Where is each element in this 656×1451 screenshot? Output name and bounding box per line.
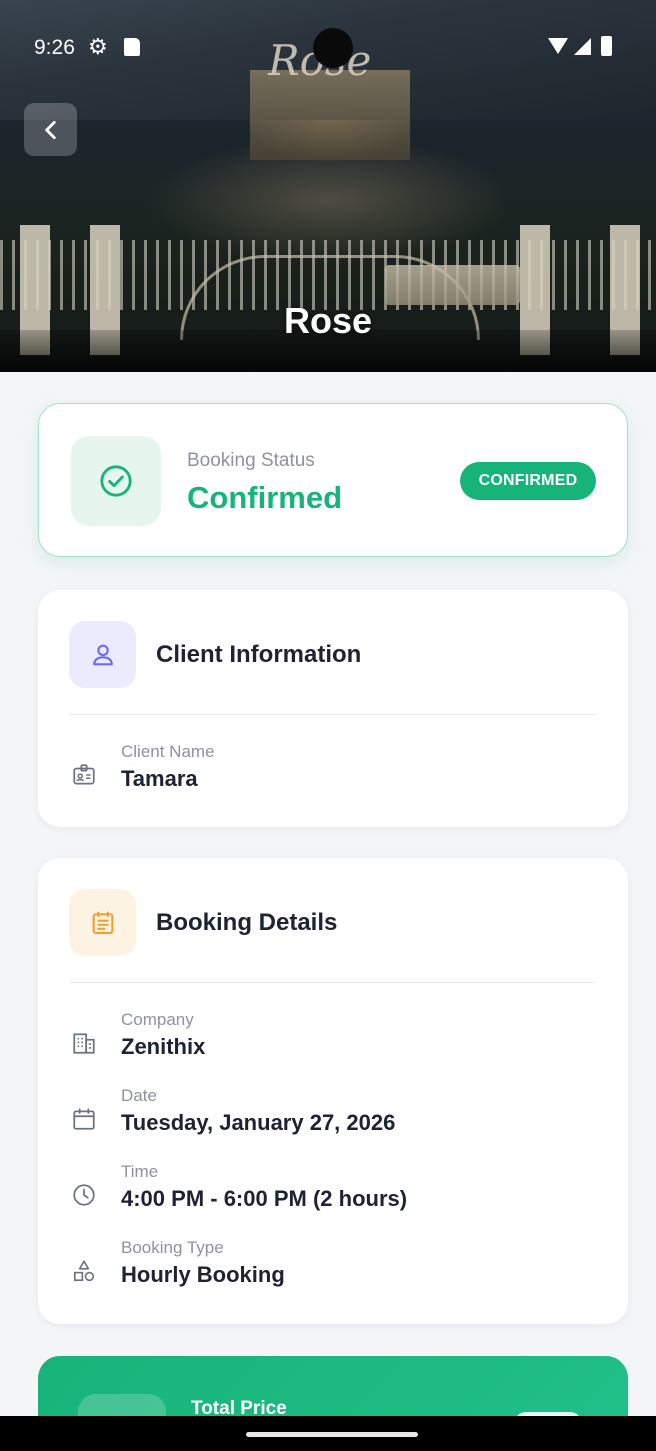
camera-cutout xyxy=(313,28,353,68)
client-information-card: Client Information Client Name Tamara xyxy=(38,590,628,827)
battery-icon xyxy=(601,36,612,56)
home-gesture-handle[interactable] xyxy=(246,1432,418,1437)
signal-icon xyxy=(574,38,591,55)
date-field: Date Tuesday, January 27, 2026 xyxy=(69,1086,589,1146)
client-information-title: Client Information xyxy=(156,641,362,668)
field-label: Company xyxy=(121,1010,194,1029)
field-label: Booking Type xyxy=(121,1238,224,1257)
booking-section-icon-box xyxy=(69,889,136,956)
clock-icon xyxy=(69,1180,99,1210)
field-value: Tamara xyxy=(121,766,198,791)
booking-type-field: Booking Type Hourly Booking xyxy=(69,1238,589,1298)
booking-status-card: Booking Status Confirmed CONFIRMED xyxy=(38,403,628,557)
client-section-icon-box xyxy=(69,621,136,688)
chevron-left-icon xyxy=(44,120,56,139)
field-value: Tuesday, January 27, 2026 xyxy=(121,1110,396,1135)
field-value: Hourly Booking xyxy=(121,1262,285,1287)
booking-details-card: Booking Details Company Zenithix Date Tu… xyxy=(38,858,628,1324)
divider xyxy=(69,714,596,715)
hero-sign xyxy=(385,265,520,305)
shapes-icon xyxy=(69,1256,99,1286)
field-value: Zenithix xyxy=(121,1034,206,1059)
booking-status-label: Booking Status xyxy=(187,450,315,471)
sd-card-icon xyxy=(124,38,140,56)
status-time: 9:26 xyxy=(34,36,75,59)
venue-title: Rose xyxy=(283,300,373,341)
back-button[interactable] xyxy=(24,103,77,156)
status-icon-box xyxy=(71,436,161,526)
booking-status-value: Confirmed xyxy=(187,480,342,515)
check-circle-icon xyxy=(100,465,132,497)
divider xyxy=(69,982,596,983)
gear-icon: ⚙ xyxy=(88,34,108,59)
client-name-field: Client Name Tamara xyxy=(69,742,589,802)
status-bar: 9:26 ⚙ xyxy=(0,28,656,68)
company-field: Company Zenithix xyxy=(69,1010,589,1070)
building-icon xyxy=(69,1028,99,1058)
navigation-bar xyxy=(0,1416,656,1451)
calendar-icon xyxy=(69,1104,99,1134)
booking-details-title: Booking Details xyxy=(156,909,338,936)
field-label: Date xyxy=(121,1086,157,1105)
status-badge: CONFIRMED xyxy=(460,462,596,500)
user-icon xyxy=(92,644,113,665)
field-label: Client Name xyxy=(121,742,215,761)
field-label: Time xyxy=(121,1162,159,1181)
id-badge-icon xyxy=(69,760,99,790)
calendar-notes-icon xyxy=(92,910,113,934)
field-value: 4:00 PM - 6:00 PM (2 hours) xyxy=(121,1186,408,1211)
time-field: Time 4:00 PM - 6:00 PM (2 hours) xyxy=(69,1162,589,1222)
wifi-icon xyxy=(548,38,568,54)
